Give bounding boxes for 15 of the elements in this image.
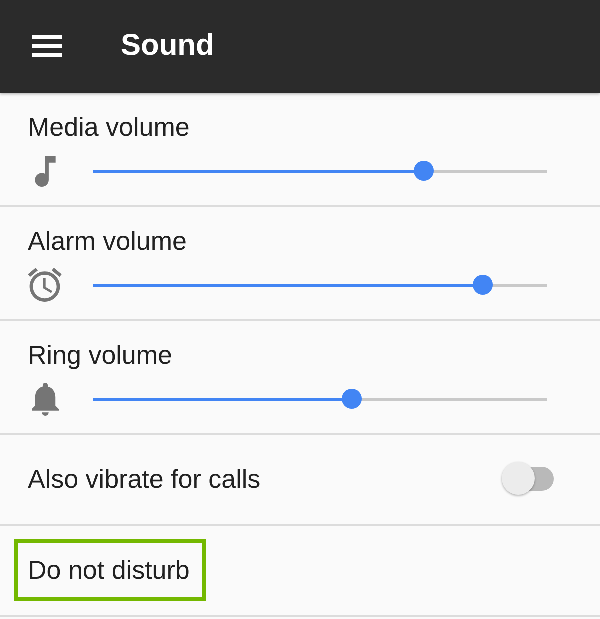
slider-thumb[interactable] — [473, 275, 494, 295]
setting-label: Ring volume — [28, 340, 174, 370]
menu-button[interactable] — [32, 34, 62, 56]
setting-label: Also vibrate for calls — [28, 464, 261, 494]
setting-label[interactable]: Do not disturb — [28, 554, 190, 584]
alarm-clock-icon — [28, 268, 62, 302]
slider-thumb[interactable] — [342, 389, 362, 409]
slider-thumb[interactable] — [414, 161, 434, 181]
setting-label: Media volume — [28, 112, 191, 142]
bell-icon — [32, 382, 58, 416]
music-note-icon — [34, 156, 56, 186]
menu-icon — [32, 34, 62, 56]
setting-label: Alarm volume — [28, 226, 188, 256]
toggle-switch[interactable] — [500, 460, 556, 496]
screen-title: Sound — [121, 28, 214, 64]
